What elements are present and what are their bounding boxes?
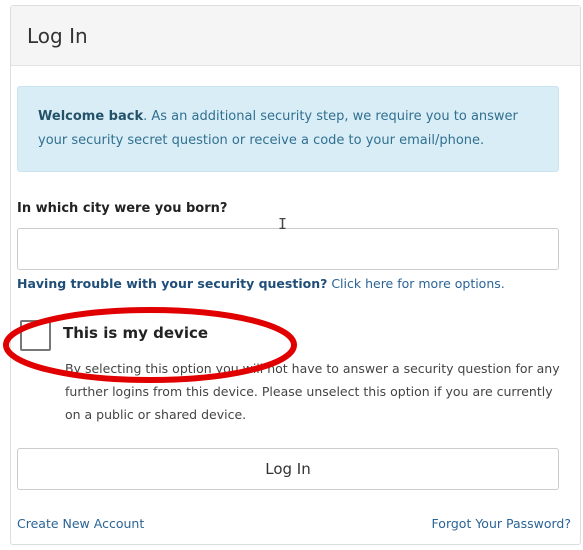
create-account-link[interactable]: Create New Account xyxy=(17,516,144,531)
panel-heading: Log In xyxy=(11,6,580,66)
this-is-my-device-checkbox[interactable] xyxy=(20,320,51,351)
panel-title: Log In xyxy=(27,24,88,48)
text-cursor-icon: I xyxy=(278,215,288,233)
this-is-my-device-label[interactable]: This is my device xyxy=(63,324,208,342)
welcome-alert: Welcome back. As an additional security … xyxy=(17,86,559,172)
forgot-password-link[interactable]: Forgot Your Password? xyxy=(432,516,571,531)
login-page: Log In Welcome back. As an additional se… xyxy=(0,0,583,550)
device-description: By selecting this option you will not ha… xyxy=(65,361,560,422)
alert-bold-text: Welcome back xyxy=(38,109,144,124)
login-button[interactable]: Log In xyxy=(17,448,559,490)
security-answer-input[interactable] xyxy=(17,228,559,270)
security-help[interactable]: Having trouble with your security questi… xyxy=(17,276,505,291)
security-help-bold: Having trouble with your security questi… xyxy=(17,276,328,291)
more-options-link[interactable]: Click here for more options. xyxy=(327,276,504,291)
security-question-label: In which city were you born? xyxy=(17,201,228,216)
